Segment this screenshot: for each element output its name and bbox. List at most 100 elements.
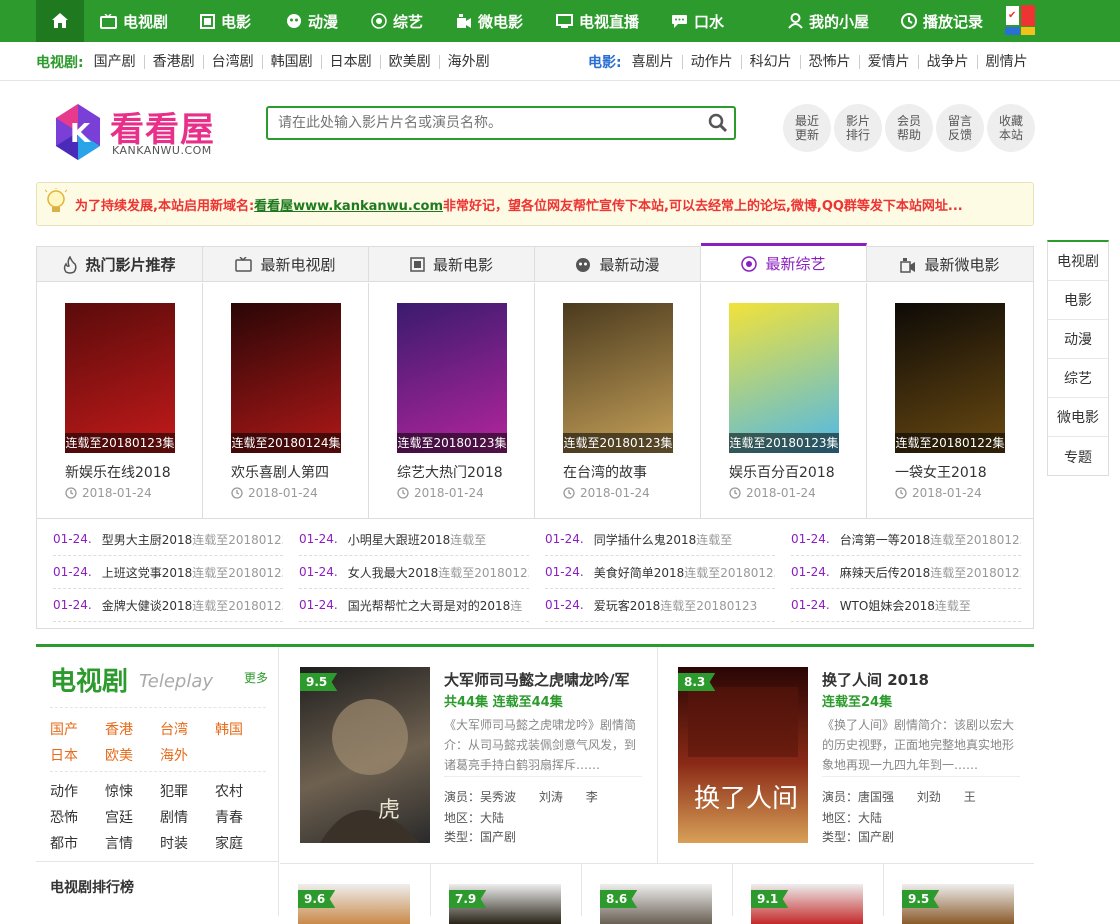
variety-card[interactable]: 连载至20180123集 娱乐百分百2018 2018-01-24: [701, 283, 867, 519]
movie-link-drama[interactable]: 剧情片: [978, 55, 1036, 69]
small-card-poster[interactable]: 9.5: [902, 884, 1014, 924]
tv-region-link[interactable]: 香港: [105, 719, 133, 739]
update-item[interactable]: 01-24. 麻辣天后传2018 连载至20180123: [791, 556, 1021, 589]
tv-link-taiwan[interactable]: 台湾剧: [204, 54, 263, 69]
update-name[interactable]: 小明星大跟班2018: [348, 531, 451, 548]
film-ranking-button[interactable]: 影片 排行: [834, 104, 882, 152]
update-item[interactable]: 01-24. 型男大主厨2018 连载至20180123: [53, 523, 283, 556]
right-nav-micro-film[interactable]: 微电影: [1048, 398, 1108, 437]
tv-genre-link[interactable]: 宫廷: [105, 807, 133, 827]
update-name[interactable]: 女人我最大2018: [348, 564, 439, 581]
update-name[interactable]: 上班这党事2018: [102, 564, 193, 581]
movie-link-action[interactable]: 动作片: [683, 54, 742, 69]
nav-history[interactable]: 播放记录: [901, 0, 983, 42]
bookmark-button[interactable]: 收藏 本站: [987, 104, 1035, 152]
tv-region-link[interactable]: 台湾: [160, 719, 188, 739]
nav-live-tv[interactable]: 电视直播: [556, 0, 639, 42]
movie-link-comedy[interactable]: 喜剧片: [624, 54, 683, 69]
small-card-poster[interactable]: 9.6: [298, 884, 410, 924]
movie-link-war[interactable]: 战争片: [919, 54, 978, 69]
card-title[interactable]: 欢乐喜剧人第四: [231, 462, 329, 482]
featured-poster[interactable]: 虎 9.5: [300, 667, 430, 843]
variety-card[interactable]: 连载至20180124集 欢乐喜剧人第四 2018-01-24: [203, 283, 369, 519]
featured-title[interactable]: 大军师司马懿之虎啸龙吟/军: [444, 669, 629, 690]
tv-link-japan[interactable]: 日本剧: [322, 54, 381, 69]
card-poster[interactable]: 连载至20180123集: [397, 303, 507, 453]
update-name[interactable]: 金牌大健谈2018: [102, 597, 193, 614]
update-name[interactable]: 台湾第一等2018: [840, 531, 931, 548]
recent-updates-button[interactable]: 最近 更新: [783, 104, 831, 152]
right-nav-variety[interactable]: 综艺: [1048, 359, 1108, 398]
tab-hot[interactable]: 热门影片推荐: [37, 247, 203, 282]
variety-card[interactable]: 连载至20180123集 新娱乐在线2018 2018-01-24: [37, 283, 203, 519]
tv-genre-link[interactable]: 动作: [50, 781, 78, 801]
tv-region-link[interactable]: 海外: [160, 745, 188, 765]
update-name[interactable]: WTO姐妹会2018: [840, 597, 935, 614]
tv-genre-link[interactable]: 家庭: [215, 833, 243, 853]
tab-latest-anime[interactable]: 最新动漫: [535, 247, 701, 282]
tv-link-korea[interactable]: 韩国剧: [263, 54, 322, 69]
card-poster[interactable]: 连载至20180123集: [65, 303, 175, 453]
variety-card[interactable]: 连载至20180122集 一袋女王2018 2018-01-24: [867, 283, 1033, 519]
nav-my-room[interactable]: 我的小屋: [788, 0, 869, 42]
tv-genre-link[interactable]: 恐怖: [50, 807, 78, 827]
tv-genre-link[interactable]: 言情: [105, 833, 133, 853]
card-title[interactable]: 综艺大热门2018: [397, 462, 503, 482]
tv-link-mainland[interactable]: 国产剧: [86, 54, 145, 69]
tv-genre-link[interactable]: 青春: [215, 807, 243, 827]
variety-card[interactable]: 连载至20180123集 综艺大热门2018 2018-01-24: [369, 283, 535, 519]
movie-link-horror[interactable]: 恐怖片: [801, 54, 860, 69]
card-title[interactable]: 新娱乐在线2018: [65, 462, 171, 482]
card-poster[interactable]: 连载至20180123集: [729, 303, 839, 453]
notice-domain-link[interactable]: 看看屋www.kankanwu.com: [254, 199, 443, 214]
update-item[interactable]: 01-24. 金牌大健谈2018 连载至20180123: [53, 589, 283, 622]
tv-genre-link[interactable]: 剧情: [160, 807, 188, 827]
nav-tv[interactable]: 电视剧: [100, 0, 168, 42]
update-item[interactable]: 01-24. WTO姐妹会2018 连载至: [791, 589, 1021, 622]
site-logo[interactable]: K 看看屋 KANKANWU.COM: [48, 100, 228, 166]
update-item[interactable]: 01-24. 美食好简单2018 连载至20180123: [545, 556, 775, 589]
card-poster[interactable]: 连载至20180123集: [563, 303, 673, 453]
tv-region-link[interactable]: 国产: [50, 719, 78, 739]
small-card-poster[interactable]: 9.1: [751, 884, 863, 924]
featured-poster[interactable]: 换了人间 8.3: [678, 667, 808, 843]
nav-variety[interactable]: 综艺: [371, 0, 423, 42]
update-name[interactable]: 爱玩客2018: [594, 597, 661, 614]
card-title[interactable]: 在台湾的故事: [563, 462, 647, 482]
tv-link-overseas[interactable]: 海外剧: [440, 55, 498, 69]
tv-region-link[interactable]: 日本: [50, 745, 78, 765]
update-item[interactable]: 01-24. 上班这党事2018 连载至20180123: [53, 556, 283, 589]
card-title[interactable]: 一袋女王2018: [895, 462, 987, 482]
featured-title[interactable]: 换了人间 2018: [822, 669, 929, 690]
update-item[interactable]: 01-24. 台湾第一等2018 连载至20180123: [791, 523, 1021, 556]
tab-latest-tv[interactable]: 最新电视剧: [203, 247, 369, 282]
search-input[interactable]: [268, 108, 688, 138]
update-name[interactable]: 麻辣天后传2018: [840, 564, 931, 581]
search-icon[interactable]: [708, 113, 728, 137]
tv-link-western[interactable]: 欧美剧: [381, 54, 440, 69]
nav-chat[interactable]: 口水: [671, 0, 724, 42]
update-name[interactable]: 国光帮帮忙之大哥是对的2018: [348, 597, 511, 614]
movie-link-romance[interactable]: 爱情片: [860, 54, 919, 69]
tv-small-card[interactable]: 9.6: [280, 864, 431, 924]
small-card-poster[interactable]: 8.6: [600, 884, 712, 924]
tv-small-card[interactable]: 9.5: [884, 864, 1035, 924]
movie-link-scifi[interactable]: 科幻片: [742, 54, 801, 69]
right-nav-topics[interactable]: 专题: [1048, 437, 1108, 476]
update-item[interactable]: 01-24. 爱玩客2018 连载至20180123: [545, 589, 775, 622]
tv-small-card[interactable]: 7.9: [431, 864, 582, 924]
tv-small-card[interactable]: 8.6: [582, 864, 733, 924]
update-name[interactable]: 同学插什么鬼2018: [594, 531, 697, 548]
update-item[interactable]: 01-24. 小明星大跟班2018 连载至: [299, 523, 529, 556]
tv-region-link[interactable]: 韩国: [215, 719, 243, 739]
right-nav-anime[interactable]: 动漫: [1048, 320, 1108, 359]
variety-card[interactable]: 连载至20180123集 在台湾的故事 2018-01-24: [535, 283, 701, 519]
tv-more-link[interactable]: 更多: [244, 669, 268, 686]
site-windows-icon[interactable]: ✔: [1005, 5, 1035, 35]
feedback-button[interactable]: 留言 反馈: [936, 104, 984, 152]
card-poster[interactable]: 连载至20180122集: [895, 303, 1005, 453]
featured-tv-2[interactable]: 换了人间 8.3 换了人间 2018 连载至24集 《换了人间》剧情简介：该剧以…: [658, 647, 1034, 864]
tab-latest-variety[interactable]: 最新综艺: [701, 243, 867, 281]
right-nav-movie[interactable]: 电影: [1048, 281, 1108, 320]
nav-micro-film[interactable]: 微电影: [456, 0, 523, 42]
